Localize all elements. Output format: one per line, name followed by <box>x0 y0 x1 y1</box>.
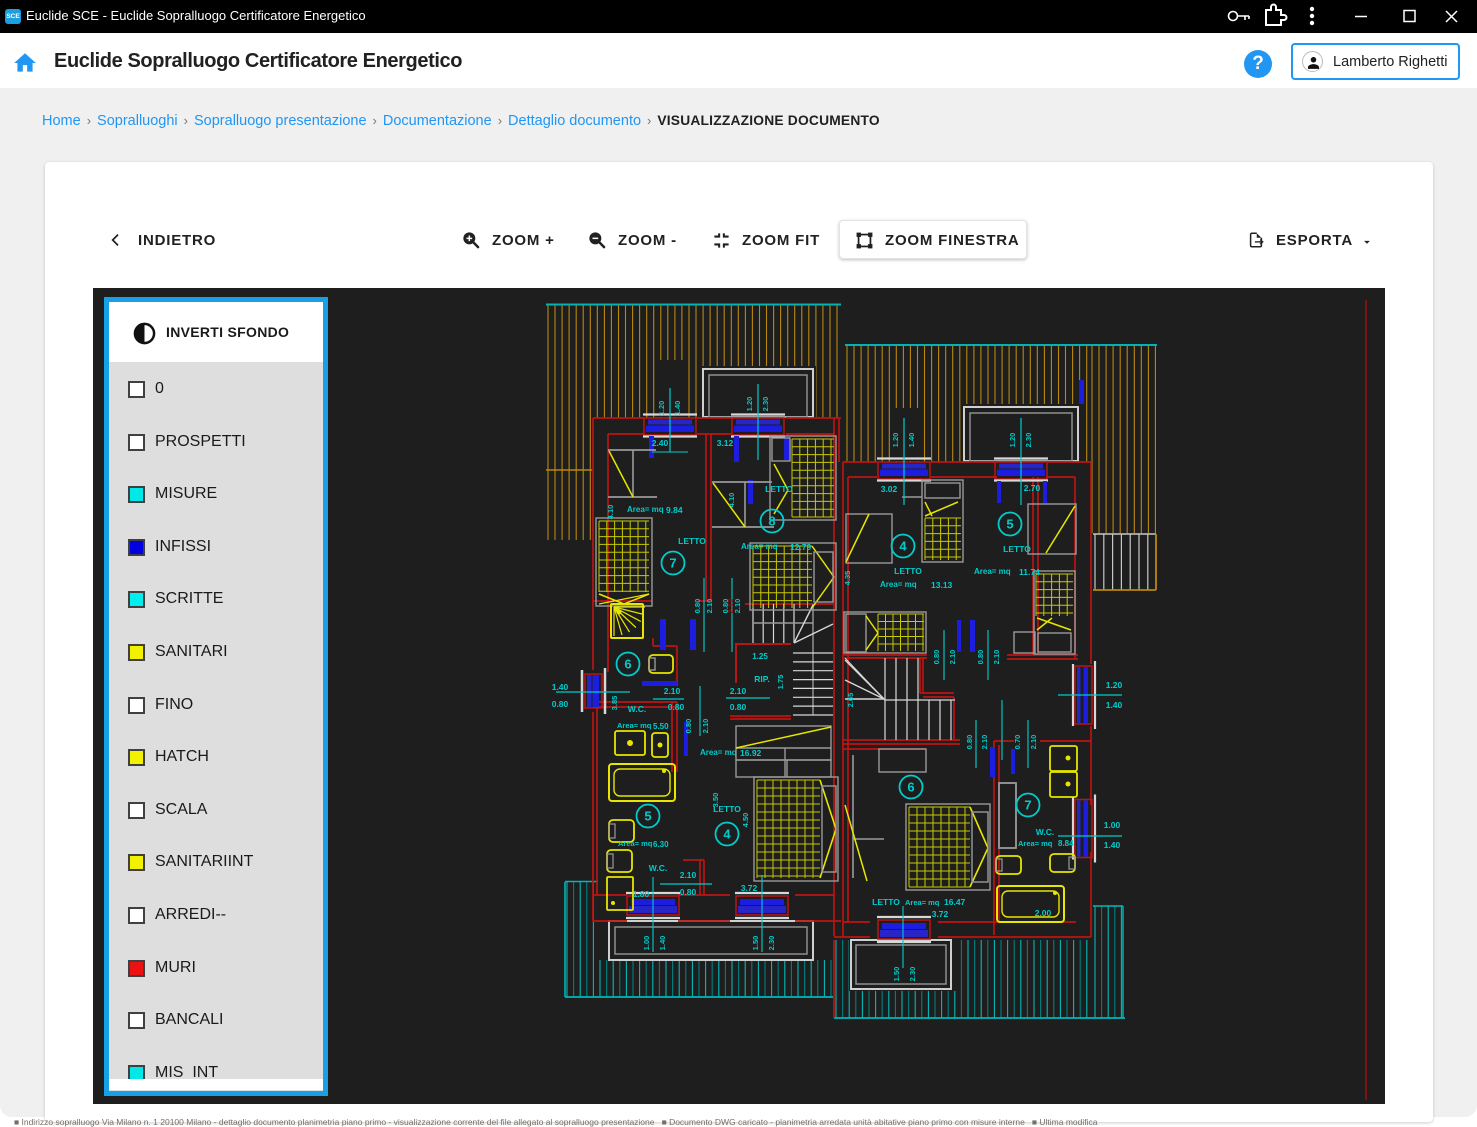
svg-text:1.40: 1.40 <box>552 682 569 692</box>
svg-text:LETTO: LETTO <box>678 536 706 546</box>
svg-text:0.80: 0.80 <box>680 887 697 897</box>
svg-text:8: 8 <box>768 514 775 529</box>
svg-text:12.79: 12.79 <box>790 542 812 552</box>
svg-text:1.20: 1.20 <box>745 397 754 412</box>
svg-text:6: 6 <box>907 780 914 795</box>
svg-text:6.30: 6.30 <box>653 840 669 849</box>
svg-text:W.C.: W.C. <box>649 863 667 873</box>
svg-text:2.30: 2.30 <box>761 397 770 412</box>
svg-text:0.80: 0.80 <box>693 599 702 614</box>
svg-text:Area= mq: Area= mq <box>617 721 652 730</box>
svg-text:7: 7 <box>1024 798 1031 813</box>
svg-text:2.30: 2.30 <box>908 967 917 982</box>
svg-text:6: 6 <box>624 657 631 672</box>
svg-text:1.75: 1.75 <box>776 675 785 690</box>
svg-text:5: 5 <box>1006 517 1013 532</box>
svg-text:1.20: 1.20 <box>657 401 666 416</box>
svg-text:7: 7 <box>669 556 676 571</box>
svg-text:3.02: 3.02 <box>881 484 898 494</box>
svg-text:LETTO: LETTO <box>765 484 793 494</box>
svg-text:3.72: 3.72 <box>932 909 949 919</box>
svg-text:1.40: 1.40 <box>1104 840 1121 850</box>
svg-text:2.10: 2.10 <box>705 599 714 614</box>
svg-text:3.72: 3.72 <box>741 883 758 893</box>
svg-text:1.00: 1.00 <box>642 936 651 951</box>
svg-text:2.30: 2.30 <box>1024 433 1033 448</box>
svg-text:2.10: 2.10 <box>730 686 747 696</box>
svg-text:0.80: 0.80 <box>965 735 974 750</box>
svg-text:0.70: 0.70 <box>1013 735 1022 750</box>
svg-text:Area= mq: Area= mq <box>880 580 917 589</box>
svg-text:2.10: 2.10 <box>948 650 957 665</box>
svg-text:W.C.: W.C. <box>628 704 646 714</box>
svg-text:0.80: 0.80 <box>684 719 693 734</box>
svg-text:1.20: 1.20 <box>1008 433 1017 448</box>
svg-text:11.74: 11.74 <box>1019 567 1040 577</box>
svg-text:5.50: 5.50 <box>653 722 669 731</box>
svg-text:0.80: 0.80 <box>668 702 685 712</box>
svg-text:LETTO: LETTO <box>894 566 922 576</box>
svg-text:1.20: 1.20 <box>1106 680 1123 690</box>
svg-text:0.80: 0.80 <box>552 699 569 709</box>
svg-text:9.84: 9.84 <box>666 505 683 515</box>
svg-text:1.40: 1.40 <box>907 433 916 448</box>
svg-text:1.80: 1.80 <box>633 889 650 899</box>
svg-text:2.65: 2.65 <box>846 693 855 708</box>
svg-text:2.00: 2.00 <box>1035 908 1052 918</box>
svg-text:Area= mq: Area= mq <box>905 898 940 907</box>
svg-text:2.70: 2.70 <box>1024 483 1041 493</box>
svg-text:2.40: 2.40 <box>652 438 669 448</box>
svg-text:8.84: 8.84 <box>1058 839 1074 848</box>
svg-text:1.50: 1.50 <box>892 967 901 982</box>
svg-text:4: 4 <box>899 539 907 554</box>
svg-text:1.20: 1.20 <box>891 433 900 448</box>
svg-text:2.30: 2.30 <box>767 936 776 951</box>
svg-text:2.10: 2.10 <box>680 870 697 880</box>
svg-text:0.80: 0.80 <box>730 702 747 712</box>
svg-text:4: 4 <box>723 827 731 842</box>
svg-text:Area= mq: Area= mq <box>974 567 1011 576</box>
svg-text:4.50: 4.50 <box>741 813 750 828</box>
svg-text:1.40: 1.40 <box>673 401 682 416</box>
svg-text:2.10: 2.10 <box>992 650 1001 665</box>
svg-text:3.12: 3.12 <box>717 438 734 448</box>
svg-text:4.10: 4.10 <box>606 505 615 520</box>
svg-text:1.25: 1.25 <box>752 652 768 661</box>
svg-text:Area= mq: Area= mq <box>618 839 653 848</box>
svg-text:16.92: 16.92 <box>740 748 762 758</box>
svg-text:W.C.: W.C. <box>1036 827 1054 837</box>
svg-text:1.50: 1.50 <box>751 936 760 951</box>
svg-text:RIP.: RIP. <box>754 674 769 684</box>
svg-text:1.40: 1.40 <box>1106 700 1123 710</box>
svg-text:2.10: 2.10 <box>1029 735 1038 750</box>
svg-text:0.80: 0.80 <box>976 650 985 665</box>
svg-text:Area= mq: Area= mq <box>741 542 778 551</box>
svg-text:5: 5 <box>644 809 651 824</box>
svg-text:1.40: 1.40 <box>658 936 667 951</box>
svg-text:LETTO: LETTO <box>872 897 900 907</box>
svg-text:2.10: 2.10 <box>701 719 710 734</box>
svg-text:Area= mq: Area= mq <box>627 505 664 514</box>
svg-text:3.85: 3.85 <box>610 696 619 711</box>
svg-text:2.10: 2.10 <box>664 686 681 696</box>
svg-text:Area= mq: Area= mq <box>700 748 737 757</box>
svg-text:4.10: 4.10 <box>727 493 736 508</box>
svg-text:1.00: 1.00 <box>1104 820 1121 830</box>
svg-text:LETTO: LETTO <box>1003 544 1031 554</box>
svg-text:0.80: 0.80 <box>932 650 941 665</box>
svg-text:16.47: 16.47 <box>944 897 966 907</box>
svg-text:13.13: 13.13 <box>931 580 953 590</box>
svg-text:3.50: 3.50 <box>711 793 720 808</box>
svg-text:4.35: 4.35 <box>843 571 852 586</box>
svg-text:2.10: 2.10 <box>726 599 735 614</box>
svg-text:2.10: 2.10 <box>980 735 989 750</box>
svg-text:Area= mq: Area= mq <box>1018 839 1053 848</box>
